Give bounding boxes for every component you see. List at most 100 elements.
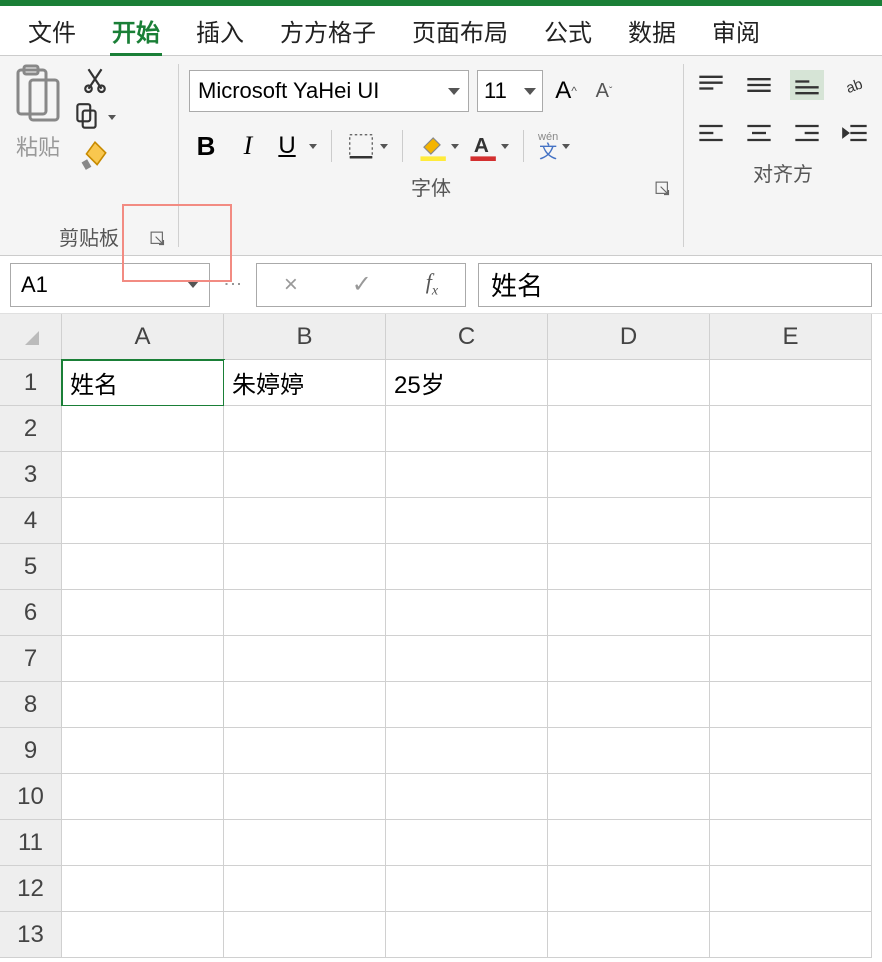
cell-B2[interactable]: [224, 406, 386, 452]
cell-C3[interactable]: [386, 452, 548, 498]
cell-D1[interactable]: [548, 360, 710, 406]
tab-data[interactable]: 数据: [610, 5, 694, 56]
cell-E8[interactable]: [710, 682, 872, 728]
cell-B1[interactable]: 朱婷婷: [224, 360, 386, 406]
select-all-corner[interactable]: [0, 314, 62, 360]
column-header[interactable]: B: [224, 314, 386, 360]
cell-A13[interactable]: [62, 912, 224, 958]
cell-B6[interactable]: [224, 590, 386, 636]
increase-font-button[interactable]: A^: [551, 76, 581, 106]
cell-B13[interactable]: [224, 912, 386, 958]
name-box[interactable]: A1: [10, 263, 210, 307]
cell-E1[interactable]: [710, 360, 872, 406]
cell-D11[interactable]: [548, 820, 710, 866]
row-header[interactable]: 3: [0, 452, 62, 498]
cell-C6[interactable]: [386, 590, 548, 636]
cell-C7[interactable]: [386, 636, 548, 682]
row-header[interactable]: 1: [0, 360, 62, 406]
fill-color-button[interactable]: [417, 131, 459, 161]
cell-C5[interactable]: [386, 544, 548, 590]
column-header[interactable]: E: [710, 314, 872, 360]
bold-button[interactable]: B: [189, 131, 223, 162]
row-header[interactable]: 8: [0, 682, 62, 728]
row-header[interactable]: 10: [0, 774, 62, 820]
font-color-button[interactable]: A: [467, 131, 509, 161]
cell-C1[interactable]: 25岁: [386, 360, 548, 406]
align-center-button[interactable]: [742, 118, 776, 148]
row-header[interactable]: 5: [0, 544, 62, 590]
cell-D5[interactable]: [548, 544, 710, 590]
cell-A11[interactable]: [62, 820, 224, 866]
cell-B12[interactable]: [224, 866, 386, 912]
cell-E3[interactable]: [710, 452, 872, 498]
cell-D3[interactable]: [548, 452, 710, 498]
cell-A1[interactable]: 姓名: [62, 360, 224, 406]
align-right-button[interactable]: [790, 118, 824, 148]
tab-home[interactable]: 开始: [94, 5, 178, 56]
cell-C9[interactable]: [386, 728, 548, 774]
cell-B4[interactable]: [224, 498, 386, 544]
row-header[interactable]: 7: [0, 636, 62, 682]
decrease-indent-button[interactable]: [838, 118, 872, 148]
align-middle-button[interactable]: [742, 70, 776, 100]
cell-A9[interactable]: [62, 728, 224, 774]
cell-C11[interactable]: [386, 820, 548, 866]
cell-C4[interactable]: [386, 498, 548, 544]
phonetic-button[interactable]: wén 文: [538, 132, 570, 161]
cell-D4[interactable]: [548, 498, 710, 544]
splitter-dots-icon[interactable]: ⋮: [222, 275, 244, 294]
cell-A7[interactable]: [62, 636, 224, 682]
cell-A8[interactable]: [62, 682, 224, 728]
tab-review[interactable]: 审阅: [694, 5, 778, 56]
cell-E4[interactable]: [710, 498, 872, 544]
cell-B5[interactable]: [224, 544, 386, 590]
row-header[interactable]: 11: [0, 820, 62, 866]
format-painter-button[interactable]: [80, 140, 110, 170]
cell-E7[interactable]: [710, 636, 872, 682]
column-header[interactable]: D: [548, 314, 710, 360]
font-name-selector[interactable]: Microsoft YaHei UI: [189, 70, 469, 112]
cancel-button[interactable]: ×: [284, 271, 298, 299]
border-button[interactable]: [346, 131, 388, 161]
cell-D13[interactable]: [548, 912, 710, 958]
cell-D10[interactable]: [548, 774, 710, 820]
cell-C2[interactable]: [386, 406, 548, 452]
align-top-button[interactable]: [694, 70, 728, 100]
cell-A10[interactable]: [62, 774, 224, 820]
italic-button[interactable]: I: [231, 131, 265, 161]
chevron-down-icon[interactable]: [309, 144, 317, 149]
enter-button[interactable]: ✓: [352, 270, 372, 299]
cell-B8[interactable]: [224, 682, 386, 728]
cell-C12[interactable]: [386, 866, 548, 912]
cell-E13[interactable]: [710, 912, 872, 958]
formula-input[interactable]: 姓名: [478, 263, 872, 307]
cell-C10[interactable]: [386, 774, 548, 820]
tab-file[interactable]: 文件: [10, 5, 94, 56]
cut-button[interactable]: [82, 64, 108, 94]
cell-A12[interactable]: [62, 866, 224, 912]
cell-D8[interactable]: [548, 682, 710, 728]
clipboard-launcher-icon[interactable]: [150, 231, 168, 249]
cell-D9[interactable]: [548, 728, 710, 774]
font-launcher-icon[interactable]: [655, 181, 673, 199]
decrease-font-button[interactable]: Aˇ: [589, 76, 619, 106]
cell-A3[interactable]: [62, 452, 224, 498]
copy-button[interactable]: [74, 102, 116, 132]
row-header[interactable]: 2: [0, 406, 62, 452]
tab-formulas[interactable]: 公式: [526, 5, 610, 56]
cell-E10[interactable]: [710, 774, 872, 820]
cell-A6[interactable]: [62, 590, 224, 636]
cell-B9[interactable]: [224, 728, 386, 774]
row-header[interactable]: 4: [0, 498, 62, 544]
tab-insert[interactable]: 插入: [178, 5, 262, 56]
row-header[interactable]: 9: [0, 728, 62, 774]
cell-D7[interactable]: [548, 636, 710, 682]
cell-E6[interactable]: [710, 590, 872, 636]
cell-B7[interactable]: [224, 636, 386, 682]
sheet-grid[interactable]: ABCDE1姓名朱婷婷25岁2345678910111213: [0, 314, 882, 958]
cell-C8[interactable]: [386, 682, 548, 728]
underline-button[interactable]: U: [273, 132, 301, 160]
cell-E2[interactable]: [710, 406, 872, 452]
paste-icon[interactable]: [10, 64, 66, 126]
row-header[interactable]: 6: [0, 590, 62, 636]
